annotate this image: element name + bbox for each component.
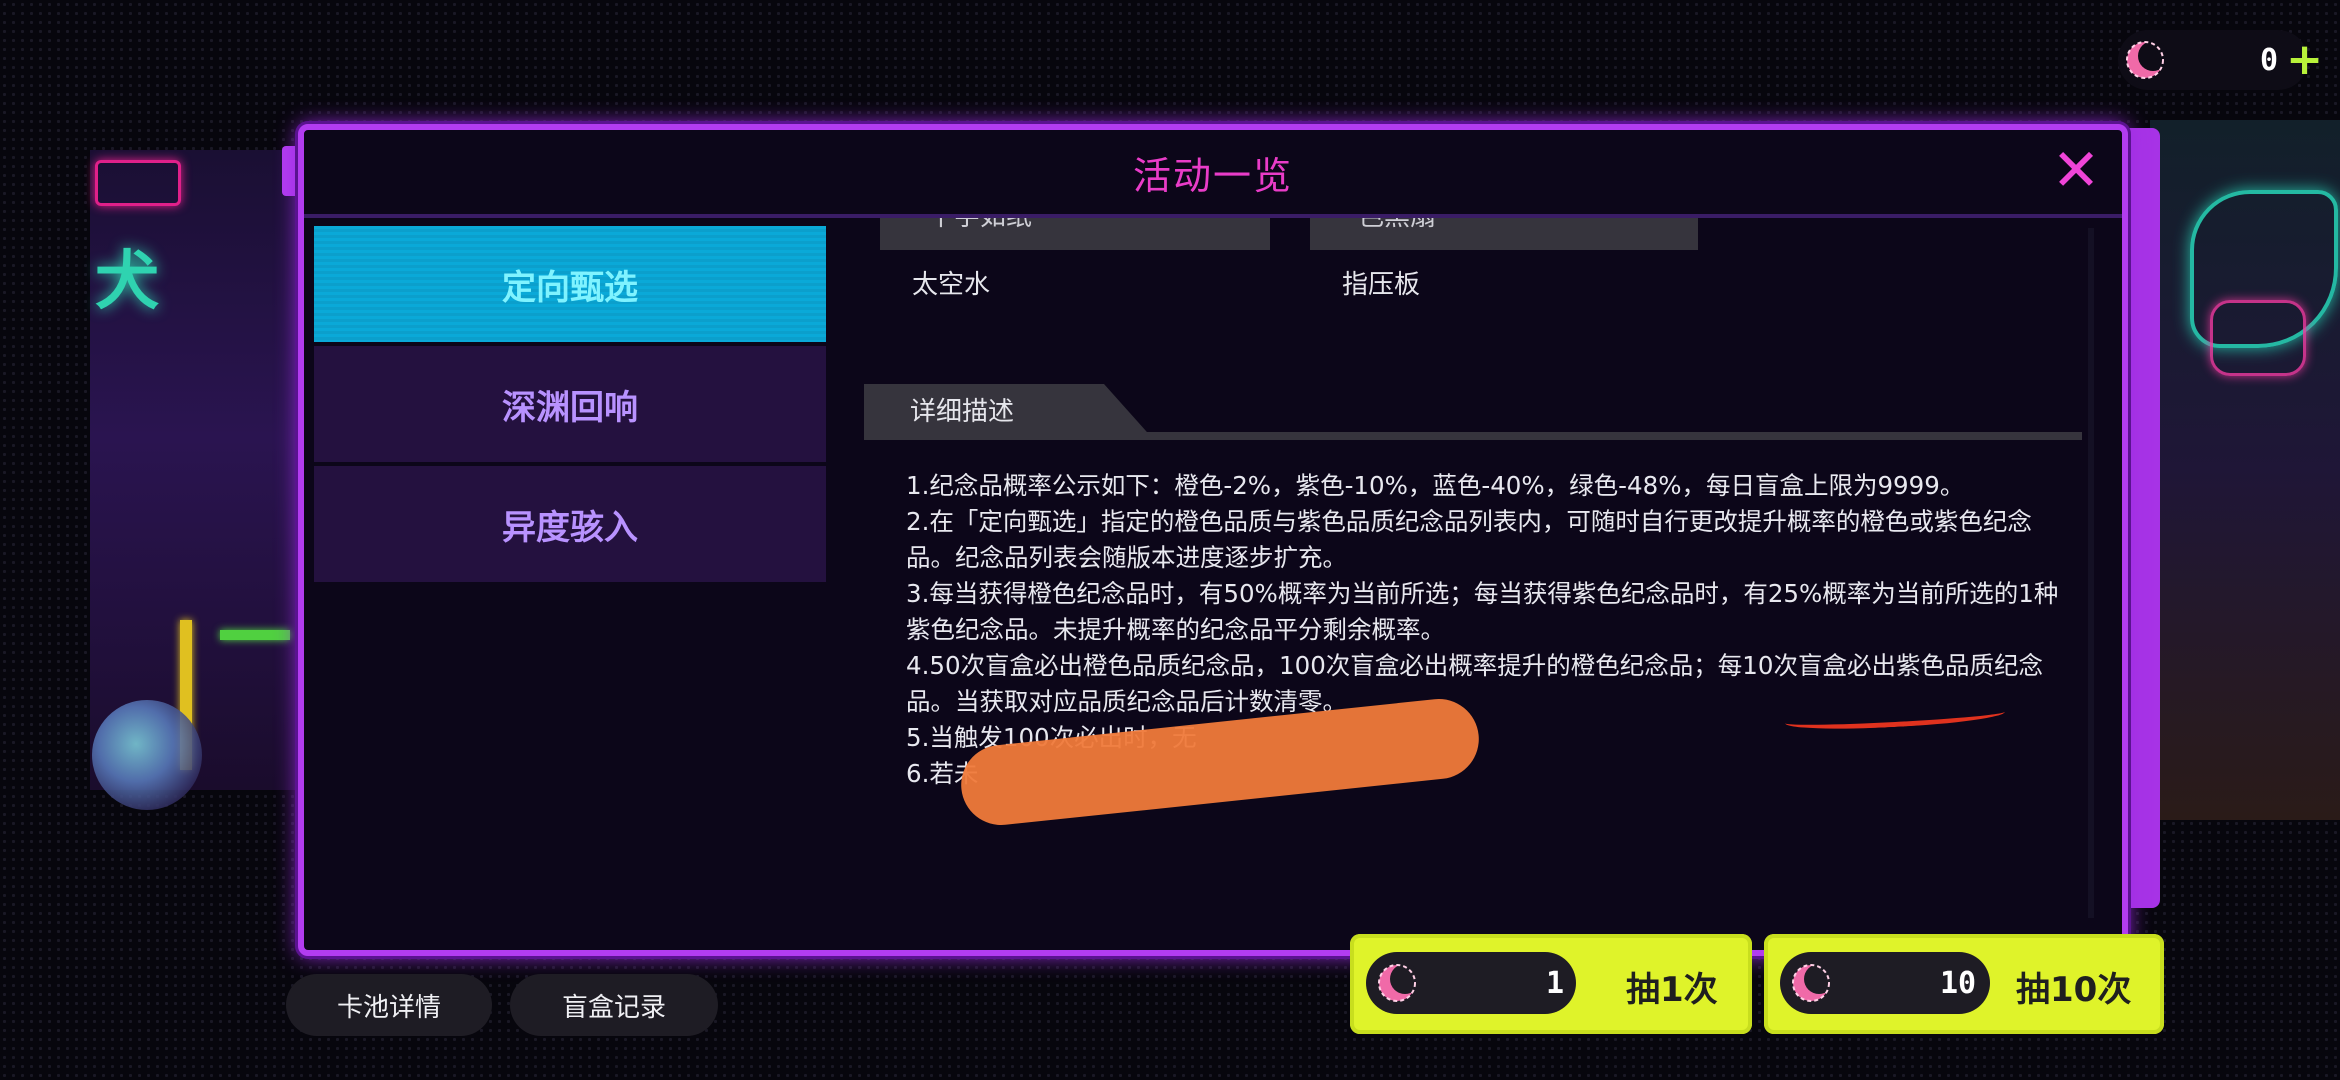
neon-sign-glyph: 犬	[95, 245, 159, 319]
modal-edge	[2128, 128, 2160, 908]
neon-sign-pink	[95, 160, 181, 206]
menu-item-label: 异度骇入	[502, 507, 638, 548]
menu-item-directed-selection[interactable]: 定向甄选	[314, 226, 826, 342]
draw-1-cost: 1	[1546, 965, 1565, 1001]
grid-item-right: 指压板	[1342, 270, 1421, 300]
character-sprite	[92, 700, 202, 810]
moon-crescent-icon	[1374, 960, 1420, 1006]
grid-header-right: 色黑扇	[1310, 218, 1698, 250]
menu-item-label: 深渊回响	[502, 387, 638, 428]
moon-crescent-icon	[2122, 37, 2168, 83]
neon-sign-pink-right	[2210, 300, 2306, 376]
description-line: 3.每当获得橙色纪念品时，有50%概率为当前所选；每当获得紫色纪念品时，有25%…	[906, 579, 2059, 644]
currency-amount: 0	[2260, 42, 2279, 78]
content-scrollbar[interactable]	[2088, 228, 2094, 918]
modal-side-tab	[282, 146, 296, 196]
activity-overview-modal: 活动一览 ✕ 定向甄选 深渊回响 异度骇入 千字如纸 色黑扇 太空水 指压板 详…	[298, 124, 2128, 956]
grid-header-text: 色黑扇	[1358, 218, 1436, 233]
modal-header: 活动一览 ✕	[304, 130, 2122, 218]
menu-item-label: 定向甄选	[502, 267, 638, 308]
draw-1-label: 抽1次	[1626, 970, 1718, 1010]
box-record-button[interactable]: 盲盒记录	[510, 974, 718, 1036]
description-line: 2.在「定向甄选」指定的橙色品质与紫色品质纪念品列表内，可随时自行更改提升概率的…	[906, 507, 2032, 572]
box-record-label: 盲盒记录	[561, 992, 666, 1023]
item-grid: 千字如纸 色黑扇 太空水 指压板	[864, 218, 2094, 318]
draw-10-cost: 10	[1940, 965, 1977, 1001]
grid-header-left: 千字如纸	[880, 218, 1270, 250]
grid-header-text: 千字如纸	[928, 218, 1032, 233]
draw-10-label: 抽10次	[2016, 970, 2132, 1010]
menu-item-xeno-hack[interactable]: 异度骇入	[314, 466, 826, 582]
draw-1-button[interactable]: 1 抽1次	[1350, 934, 1752, 1034]
activity-menu: 定向甄选 深渊回响 异度骇入	[314, 226, 826, 586]
neon-strip-green	[220, 630, 290, 640]
pool-details-button[interactable]: 卡池详情	[286, 974, 492, 1036]
cost-pill: 10	[1780, 952, 1990, 1014]
moon-crescent-icon	[1788, 960, 1834, 1006]
detail-divider	[864, 432, 2082, 440]
pool-details-label: 卡池详情	[336, 992, 441, 1023]
grid-item-left: 太空水	[912, 270, 991, 300]
close-icon[interactable]: ✕	[2050, 141, 2102, 199]
plus-icon[interactable]: +	[2286, 38, 2323, 82]
description-line: 1.纪念品概率公示如下：橙色-2%，紫色-10%，蓝色-40%，绿色-48%，每…	[906, 471, 1965, 500]
cost-pill: 1	[1366, 952, 1576, 1014]
currency-counter: 0 +	[2118, 30, 2323, 90]
modal-title: 活动一览	[1132, 153, 1293, 198]
menu-item-abyss-echo[interactable]: 深渊回响	[314, 346, 826, 462]
draw-10-button[interactable]: 10 抽10次	[1764, 934, 2164, 1034]
